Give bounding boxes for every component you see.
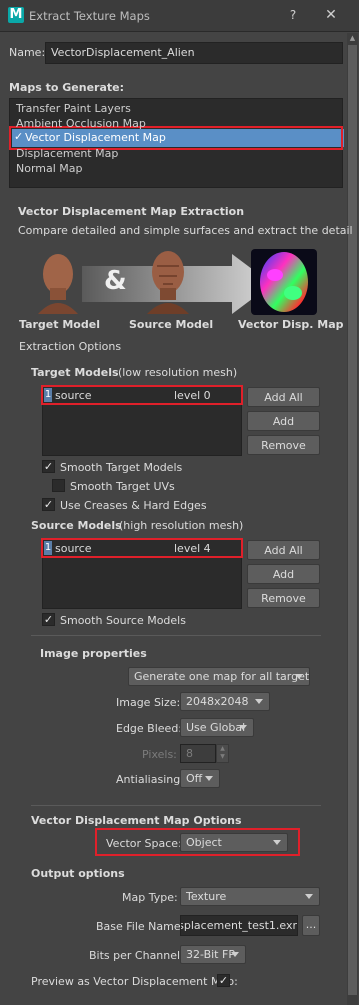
source-add-all-button[interactable]: Add All (247, 540, 320, 560)
image-size-dropdown[interactable]: 2048x2048 (180, 692, 270, 711)
name-label: Name: (9, 46, 46, 59)
target-remove-button[interactable]: Remove (247, 435, 320, 455)
browse-button[interactable]: ... (302, 915, 320, 936)
edge-bleed-label: Edge Bleed: (116, 722, 183, 735)
base-file-name-label: Base File Name: (96, 920, 185, 933)
smooth-target-uvs-checkbox[interactable] (52, 479, 65, 492)
smooth-source-models-checkbox[interactable]: ✓ (42, 613, 55, 626)
target-model-caption: Target Model (19, 318, 100, 331)
map-type-label: Map Type: (122, 891, 178, 904)
maps-to-generate-label: Maps to Generate: (9, 81, 125, 94)
base-file-name-field[interactable]: Displacement_test1.exr (180, 915, 298, 936)
help-button[interactable]: ? (286, 7, 300, 23)
target-models-subtitle: (low resolution mesh) (118, 366, 238, 379)
bits-per-channel-dropdown[interactable]: 32-Bit FP (180, 945, 246, 964)
scrollbar-thumb[interactable] (348, 45, 357, 995)
vector-disp-map-caption: Vector Disp. Map (238, 318, 344, 331)
antialiasing-label: Antialiasing: (116, 773, 184, 786)
extraction-options-label: Extraction Options (19, 340, 122, 353)
divider (31, 805, 321, 806)
source-remove-button[interactable]: Remove (247, 588, 320, 608)
smooth-target-models-label: Smooth Target Models (60, 461, 183, 474)
image-size-label: Image Size: (116, 696, 181, 709)
chevron-down-icon (295, 674, 303, 679)
generate-mode-dropdown[interactable]: Generate one map for all targets (128, 667, 310, 686)
vector-space-label: Vector Space: (106, 837, 182, 850)
row-number: 1 (44, 388, 52, 402)
target-head-icon (38, 254, 78, 314)
vector-space-value: Object (186, 836, 222, 849)
name-field[interactable]: VectorDisplacement_Alien (45, 42, 343, 64)
pixels-label: Pixels: (142, 748, 177, 761)
pixels-stepper[interactable]: ▲ ▼ (216, 744, 229, 763)
divider (31, 635, 321, 636)
scroll-up-icon[interactable]: ▲ (347, 33, 358, 43)
use-creases-checkbox[interactable]: ✓ (42, 498, 55, 511)
image-properties-title: Image properties (40, 647, 147, 660)
target-row-level[interactable]: level 0 (174, 389, 211, 402)
map-type-value: Texture (186, 890, 227, 903)
antialiasing-dropdown[interactable]: Off (180, 769, 220, 788)
list-item[interactable]: Ambient Occlusion Map (16, 117, 146, 130)
vd-options-title: Vector Displacement Map Options (31, 814, 242, 827)
chevron-down-icon (305, 894, 313, 899)
maya-logo-icon: M (8, 7, 24, 23)
close-icon[interactable]: ✕ (323, 7, 339, 23)
vector-disp-map-thumbnail (251, 249, 317, 315)
list-item[interactable]: Normal Map (16, 162, 83, 175)
row-number: 1 (44, 541, 52, 555)
generate-mode-value: Generate one map for all targets (134, 670, 310, 683)
chevron-down-icon (205, 776, 213, 781)
source-model-caption: Source Model (129, 318, 214, 331)
extraction-description: Compare detailed and simple surfaces and… (18, 224, 353, 237)
list-item[interactable]: Transfer Paint Layers (16, 102, 131, 115)
source-head-icon (147, 251, 189, 314)
chevron-down-icon (255, 699, 263, 704)
preview-checkbox[interactable]: ✓ (217, 974, 230, 987)
preview-label: Preview as Vector Displacement Map: (31, 975, 238, 988)
bits-per-channel-label: Bits per Channel: (89, 949, 184, 962)
pixels-field[interactable]: 8 (180, 744, 216, 763)
smooth-target-models-checkbox[interactable]: ✓ (42, 460, 55, 473)
target-add-all-button[interactable]: Add All (247, 387, 320, 407)
output-options-title: Output options (31, 867, 125, 880)
target-models-title: Target Models (31, 366, 119, 379)
smooth-target-uvs-label: Smooth Target UVs (70, 480, 175, 493)
source-models-subtitle: (high resolution mesh) (119, 519, 244, 532)
check-icon: ✓ (14, 130, 24, 143)
window-title: Extract Texture Maps (29, 9, 150, 23)
source-row-name[interactable]: source (55, 542, 92, 555)
list-item-selected[interactable]: Vector Displacement Map (25, 131, 166, 144)
edge-bleed-value: Use Global (186, 721, 246, 734)
source-models-title: Source Models (31, 519, 122, 532)
vector-space-dropdown[interactable]: Object (180, 833, 288, 852)
smooth-source-models-label: Smooth Source Models (60, 614, 186, 627)
chevron-down-icon (231, 952, 239, 957)
source-add-selected-button[interactable]: Add Selected (247, 564, 320, 601)
ampersand-glyph: & (104, 266, 127, 296)
table-row[interactable]: 1 (44, 541, 52, 555)
image-size-value: 2048x2048 (186, 695, 249, 708)
extraction-title: Vector Displacement Map Extraction (18, 205, 245, 218)
edge-bleed-dropdown[interactable]: Use Global (180, 718, 254, 737)
map-type-dropdown[interactable]: Texture (180, 887, 320, 906)
target-row-name[interactable]: source (55, 389, 92, 402)
list-item[interactable]: Displacement Map (16, 147, 118, 160)
chevron-down-icon (239, 725, 247, 730)
use-creases-label: Use Creases & Hard Edges (60, 499, 207, 512)
antialiasing-value: Off (186, 772, 203, 785)
bits-per-channel-value: 32-Bit FP (186, 948, 235, 961)
table-row[interactable]: 1 (44, 388, 52, 402)
target-add-selected-button[interactable]: Add Selected (247, 411, 320, 448)
chevron-down-icon (273, 840, 281, 845)
source-row-level[interactable]: level 4 (174, 542, 211, 555)
